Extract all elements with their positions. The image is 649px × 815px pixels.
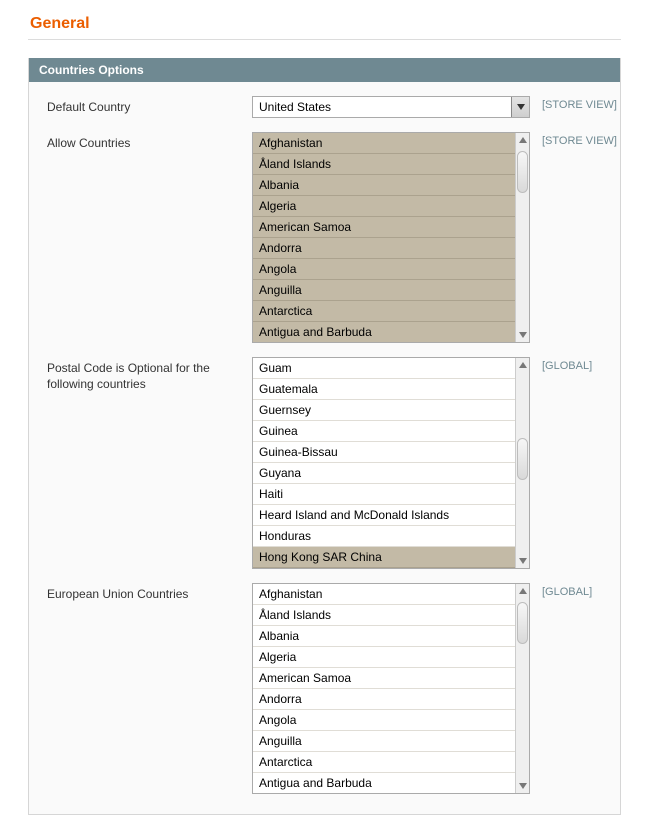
list-item[interactable]: Afghanistan — [253, 584, 515, 605]
list-item[interactable]: Haiti — [253, 484, 515, 505]
postal-optional-multiselect[interactable]: GuamGuatemalaGuernseyGuineaGuinea-Bissau… — [252, 357, 530, 569]
row-allow-countries: Allow Countries AfghanistanÅland Islands… — [47, 132, 602, 343]
scroll-thumb[interactable] — [517, 602, 528, 644]
row-postal-optional: Postal Code is Optional for the followin… — [47, 357, 602, 569]
list-item[interactable]: Honduras — [253, 526, 515, 547]
section-body: Default Country United States [STORE VIE… — [29, 82, 620, 814]
list-item[interactable]: Åland Islands — [253, 154, 515, 175]
scroll-up-icon[interactable] — [516, 358, 529, 372]
list-item[interactable]: Algeria — [253, 196, 515, 217]
label-eu-countries: European Union Countries — [47, 583, 252, 602]
list-item[interactable]: Guinea — [253, 421, 515, 442]
list-item[interactable]: Albania — [253, 626, 515, 647]
scroll-thumb[interactable] — [517, 438, 528, 480]
list-item[interactable]: Guam — [253, 358, 515, 379]
label-default-country: Default Country — [47, 96, 252, 115]
scrollbar[interactable] — [515, 584, 529, 793]
scrollbar[interactable] — [515, 358, 529, 568]
list-item[interactable]: Guinea-Bissau — [253, 442, 515, 463]
page-heading: General — [0, 0, 649, 39]
eu-countries-items: AfghanistanÅland IslandsAlbaniaAlgeriaAm… — [253, 584, 515, 793]
list-item[interactable]: Albania — [253, 175, 515, 196]
eu-countries-multiselect[interactable]: AfghanistanÅland IslandsAlbaniaAlgeriaAm… — [252, 583, 530, 794]
default-country-select[interactable]: United States — [252, 96, 530, 118]
scroll-down-icon[interactable] — [516, 328, 529, 342]
list-item[interactable]: Antarctica — [253, 752, 515, 773]
scroll-up-icon[interactable] — [516, 133, 529, 147]
list-item[interactable]: Antigua and Barbuda — [253, 322, 515, 342]
list-item[interactable]: Antarctica — [253, 301, 515, 322]
list-item[interactable]: Antigua and Barbuda — [253, 773, 515, 793]
row-default-country: Default Country United States [STORE VIE… — [47, 96, 602, 118]
list-item[interactable]: Åland Islands — [253, 605, 515, 626]
scroll-thumb[interactable] — [517, 151, 528, 193]
section-header[interactable]: Countries Options — [29, 58, 620, 82]
scroll-down-icon[interactable] — [516, 779, 529, 793]
list-item[interactable]: Anguilla — [253, 280, 515, 301]
label-postal-optional: Postal Code is Optional for the followin… — [47, 357, 252, 392]
list-item[interactable]: Andorra — [253, 689, 515, 710]
default-country-value: United States — [253, 100, 511, 114]
allow-countries-items: AfghanistanÅland IslandsAlbaniaAlgeriaAm… — [253, 133, 515, 342]
scope-eu-countries: [GLOBAL] — [530, 583, 592, 598]
allow-countries-multiselect[interactable]: AfghanistanÅland IslandsAlbaniaAlgeriaAm… — [252, 132, 530, 343]
scroll-track[interactable] — [516, 598, 529, 779]
scroll-track[interactable] — [516, 372, 529, 554]
label-allow-countries: Allow Countries — [47, 132, 252, 151]
list-item[interactable]: Guernsey — [253, 400, 515, 421]
list-item[interactable]: Angola — [253, 710, 515, 731]
list-item[interactable]: American Samoa — [253, 668, 515, 689]
scope-allow-countries: [STORE VIEW] — [530, 132, 617, 147]
list-item[interactable]: Andorra — [253, 238, 515, 259]
list-item[interactable]: Heard Island and McDonald Islands — [253, 505, 515, 526]
scope-default-country: [STORE VIEW] — [530, 96, 617, 111]
scroll-track[interactable] — [516, 147, 529, 328]
scroll-down-icon[interactable] — [516, 554, 529, 568]
list-item[interactable]: Hong Kong SAR China — [253, 547, 515, 568]
list-item[interactable]: Algeria — [253, 647, 515, 668]
list-item[interactable]: Guatemala — [253, 379, 515, 400]
scroll-up-icon[interactable] — [516, 584, 529, 598]
list-item[interactable]: Afghanistan — [253, 133, 515, 154]
scope-postal-optional: [GLOBAL] — [530, 357, 592, 372]
heading-divider — [28, 39, 621, 40]
row-eu-countries: European Union Countries AfghanistanÅlan… — [47, 583, 602, 794]
list-item[interactable]: Angola — [253, 259, 515, 280]
postal-optional-items: GuamGuatemalaGuernseyGuineaGuinea-Bissau… — [253, 358, 515, 568]
list-item[interactable]: Anguilla — [253, 731, 515, 752]
dropdown-button-icon — [511, 97, 529, 117]
list-item[interactable]: American Samoa — [253, 217, 515, 238]
scrollbar[interactable] — [515, 133, 529, 342]
list-item[interactable]: Guyana — [253, 463, 515, 484]
countries-options-section: Countries Options Default Country United… — [28, 58, 621, 815]
